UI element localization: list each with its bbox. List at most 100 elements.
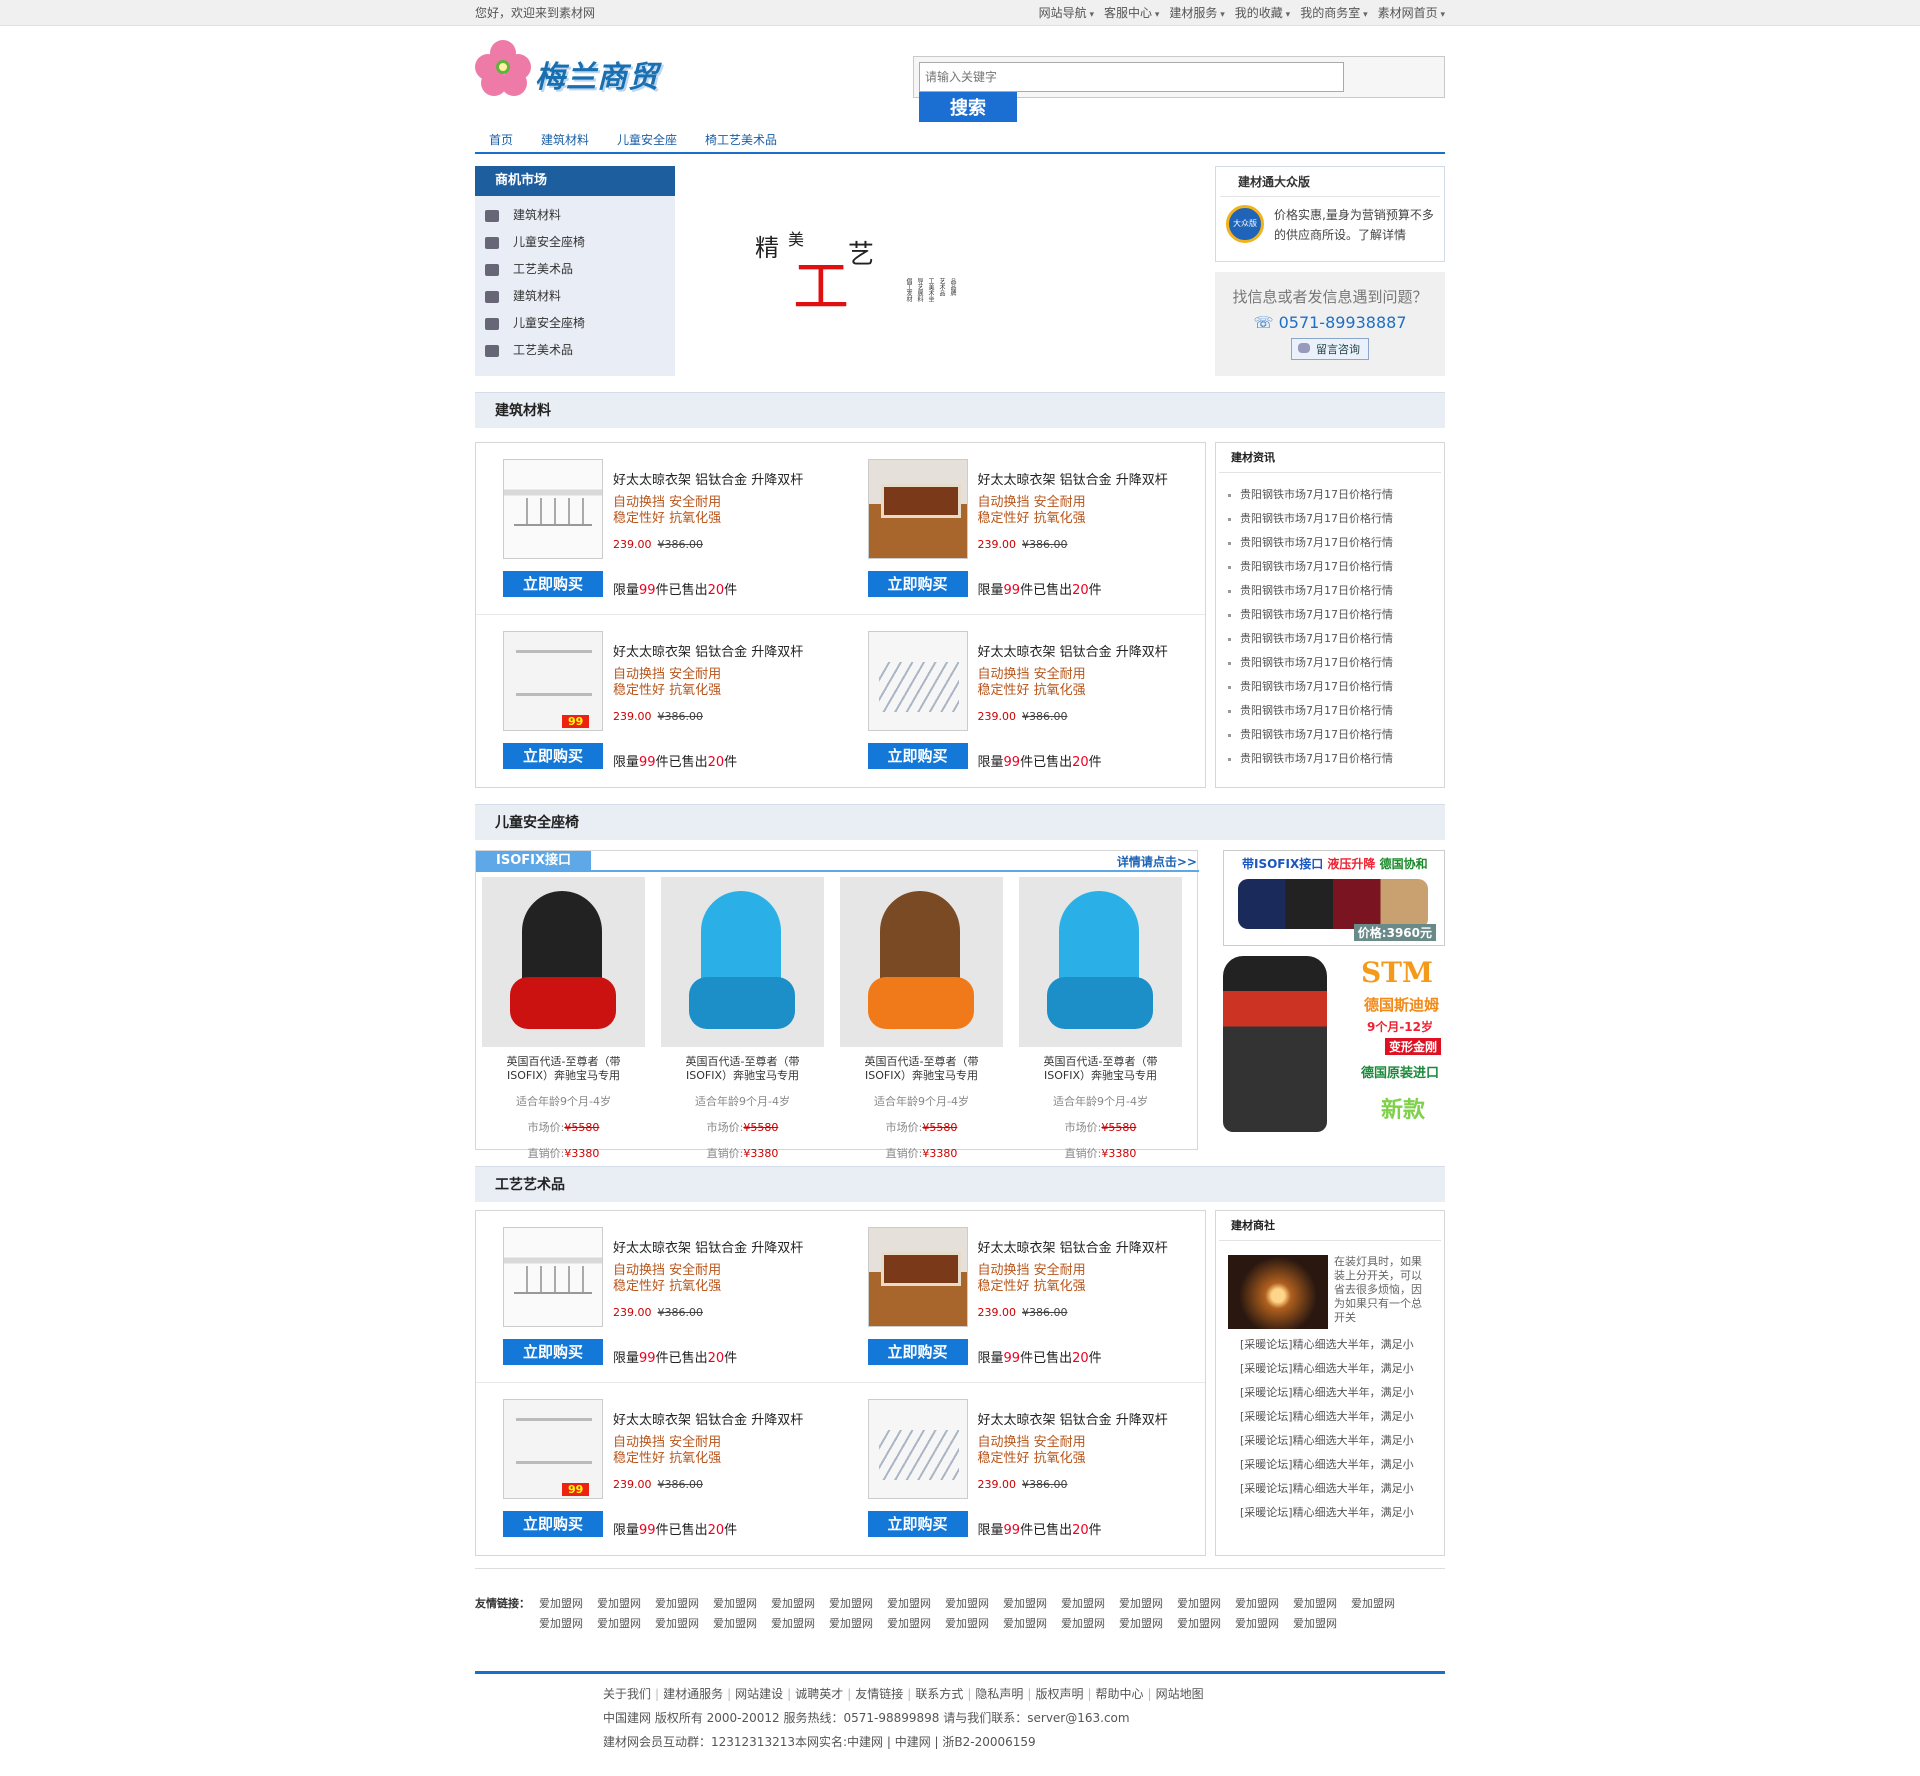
- friend-link[interactable]: 爱加盟网: [1003, 1615, 1061, 1631]
- friend-link[interactable]: 爱加盟网: [771, 1615, 829, 1631]
- buy-button[interactable]: 立即购买: [503, 743, 603, 769]
- product-image[interactable]: [867, 1399, 968, 1499]
- friend-link[interactable]: 爱加盟网: [1235, 1595, 1293, 1611]
- seat-image[interactable]: [482, 877, 645, 1047]
- friend-link[interactable]: 爱加盟网: [1351, 1595, 1409, 1611]
- top-nav-office[interactable]: 我的商务室: [1300, 0, 1367, 28]
- buy-button[interactable]: 立即购买: [503, 571, 603, 597]
- product-title[interactable]: 好太太晾衣架 铝钛合金 升降双杆: [978, 1409, 1168, 1428]
- news-item[interactable]: 贵阳钢铁市场7月17日价格行情: [1226, 627, 1444, 651]
- product-image[interactable]: [503, 1227, 603, 1327]
- seat-name[interactable]: 英国百代适-至尊者（带ISOFIX）奔驰宝马专用: [482, 1055, 645, 1083]
- forum-item[interactable]: [采暖论坛]精心细选大半年，满足小: [1226, 1405, 1444, 1429]
- news-item[interactable]: 贵阳钢铁市场7月17日价格行情: [1226, 699, 1444, 723]
- seat-name[interactable]: 英国百代适-至尊者（带ISOFIX）奔驰宝马专用: [661, 1055, 824, 1083]
- news-item[interactable]: 贵阳钢铁市场7月17日价格行情: [1226, 603, 1444, 627]
- buy-button[interactable]: 立即购买: [867, 571, 968, 597]
- footer-link[interactable]: 帮助中心: [1083, 1687, 1143, 1701]
- sidebar-item[interactable]: 儿童安全座椅: [475, 229, 675, 256]
- seat-name[interactable]: 英国百代适-至尊者（带ISOFIX）奔驰宝马专用: [840, 1055, 1003, 1083]
- footer-link[interactable]: 隐私声明: [963, 1687, 1023, 1701]
- footer-link[interactable]: 友情链接: [843, 1687, 903, 1701]
- news-item[interactable]: 贵阳钢铁市场7月17日价格行情: [1226, 531, 1444, 555]
- lamp-image[interactable]: [1228, 1255, 1328, 1329]
- friend-link[interactable]: 爱加盟网: [655, 1615, 713, 1631]
- footer-link[interactable]: 建材通服务: [651, 1687, 723, 1701]
- friend-link[interactable]: 爱加盟网: [771, 1595, 829, 1611]
- nav-childseat[interactable]: 儿童安全座: [617, 126, 677, 152]
- friend-link[interactable]: 爱加盟网: [655, 1595, 713, 1611]
- stm-ad[interactable]: STM 德国斯迪姆 9个月-12岁 变形金刚 德国原装进口 新款: [1223, 956, 1445, 1136]
- friend-link[interactable]: 爱加盟网: [539, 1595, 597, 1611]
- forum-item[interactable]: [采暖论坛]精心细选大半年，满足小: [1226, 1333, 1444, 1357]
- friend-link[interactable]: 爱加盟网: [713, 1615, 771, 1631]
- footer-link[interactable]: 网站建设: [723, 1687, 783, 1701]
- friend-link[interactable]: 爱加盟网: [597, 1595, 655, 1611]
- top-nav-materials[interactable]: 建材服务: [1169, 0, 1224, 28]
- sidebar-item[interactable]: 建筑材料: [475, 202, 675, 229]
- forum-item[interactable]: [采暖论坛]精心细选大半年，满足小: [1226, 1429, 1444, 1453]
- news-item[interactable]: 贵阳钢铁市场7月17日价格行情: [1226, 723, 1444, 747]
- friend-link[interactable]: 爱加盟网: [829, 1615, 887, 1631]
- friend-link[interactable]: 爱加盟网: [539, 1615, 597, 1631]
- friend-link[interactable]: 爱加盟网: [945, 1595, 1003, 1611]
- friend-link[interactable]: 爱加盟网: [713, 1595, 771, 1611]
- product-image[interactable]: [503, 459, 603, 559]
- product-title[interactable]: 好太太晾衣架 铝钛合金 升降双杆: [613, 1237, 803, 1256]
- product-image[interactable]: [503, 1399, 603, 1499]
- search-button[interactable]: 搜索: [919, 92, 1017, 122]
- forum-item[interactable]: [采暖论坛]精心细选大半年，满足小: [1226, 1477, 1444, 1501]
- isofix-ad[interactable]: 带ISOFIX接口 液压升降 德国协和 价格:3960元: [1223, 850, 1445, 946]
- product-image[interactable]: [867, 631, 968, 731]
- top-nav-home[interactable]: 素材网首页: [1378, 0, 1445, 28]
- buy-button[interactable]: 立即购买: [867, 1511, 968, 1537]
- friend-link[interactable]: 爱加盟网: [1293, 1615, 1351, 1631]
- top-nav-service[interactable]: 客服中心: [1104, 0, 1159, 28]
- seat-image[interactable]: [661, 877, 824, 1047]
- friend-link[interactable]: 爱加盟网: [1119, 1615, 1177, 1631]
- buy-button[interactable]: 立即购买: [867, 1339, 968, 1365]
- friend-link[interactable]: 爱加盟网: [1293, 1595, 1351, 1611]
- sidebar-item[interactable]: 工艺美术品: [475, 337, 675, 364]
- forum-item[interactable]: [采暖论坛]精心细选大半年，满足小: [1226, 1501, 1444, 1525]
- logo[interactable]: 梅兰商贸: [475, 40, 659, 96]
- seat-image[interactable]: [1019, 877, 1182, 1047]
- friend-link[interactable]: 爱加盟网: [1177, 1595, 1235, 1611]
- product-title[interactable]: 好太太晾衣架 铝钛合金 升降双杆: [613, 641, 803, 660]
- buy-button[interactable]: 立即购买: [503, 1511, 603, 1537]
- product-image[interactable]: [867, 459, 968, 559]
- nav-crafts[interactable]: 椅工艺美术品: [705, 126, 777, 152]
- product-title[interactable]: 好太太晾衣架 铝钛合金 升降双杆: [978, 469, 1168, 488]
- news-item[interactable]: 贵阳钢铁市场7月17日价格行情: [1226, 651, 1444, 675]
- banner[interactable]: 精 美 工 艺 倡工发材 导艺展料 工美术坐 艺术品 品品牌: [675, 166, 1205, 376]
- product-title[interactable]: 好太太晾衣架 铝钛合金 升降双杆: [613, 469, 803, 488]
- nav-home[interactable]: 首页: [489, 126, 513, 152]
- friend-link[interactable]: 爱加盟网: [1235, 1615, 1293, 1631]
- forum-item[interactable]: [采暖论坛]精心细选大半年，满足小: [1226, 1453, 1444, 1477]
- news-item[interactable]: 贵阳钢铁市场7月17日价格行情: [1226, 579, 1444, 603]
- sidebar-item[interactable]: 儿童安全座椅: [475, 310, 675, 337]
- nav-building[interactable]: 建筑材料: [541, 126, 589, 152]
- product-title[interactable]: 好太太晾衣架 铝钛合金 升降双杆: [978, 641, 1168, 660]
- friend-link[interactable]: 爱加盟网: [1177, 1615, 1235, 1631]
- friend-link[interactable]: 爱加盟网: [1003, 1595, 1061, 1611]
- sidebar-item[interactable]: 建筑材料: [475, 283, 675, 310]
- shangshe-intro[interactable]: 在装灯具时，如果装上分开关，可以省去很多烦恼，因为如果只有一个总开关: [1334, 1255, 1424, 1329]
- news-item[interactable]: 贵阳钢铁市场7月17日价格行情: [1226, 675, 1444, 699]
- footer-link[interactable]: 网站地图: [1144, 1687, 1204, 1701]
- friend-link[interactable]: 爱加盟网: [1061, 1615, 1119, 1631]
- news-item[interactable]: 贵阳钢铁市场7月17日价格行情: [1226, 555, 1444, 579]
- news-item[interactable]: 贵阳钢铁市场7月17日价格行情: [1226, 747, 1444, 771]
- product-title[interactable]: 好太太晾衣架 铝钛合金 升降双杆: [978, 1237, 1168, 1256]
- forum-item[interactable]: [采暖论坛]精心细选大半年，满足小: [1226, 1381, 1444, 1405]
- footer-link[interactable]: 诚聘英才: [783, 1687, 843, 1701]
- more-link[interactable]: 详情请点击>>: [1117, 853, 1197, 870]
- top-nav-site[interactable]: 网站导航: [1039, 0, 1094, 28]
- news-item[interactable]: 贵阳钢铁市场7月17日价格行情: [1226, 483, 1444, 507]
- footer-link[interactable]: 版权声明: [1023, 1687, 1083, 1701]
- seat-image[interactable]: [840, 877, 1003, 1047]
- product-title[interactable]: 好太太晾衣架 铝钛合金 升降双杆: [613, 1409, 803, 1428]
- top-nav-favorites[interactable]: 我的收藏: [1235, 0, 1290, 28]
- friend-link[interactable]: 爱加盟网: [1119, 1595, 1177, 1611]
- news-item[interactable]: 贵阳钢铁市场7月17日价格行情: [1226, 507, 1444, 531]
